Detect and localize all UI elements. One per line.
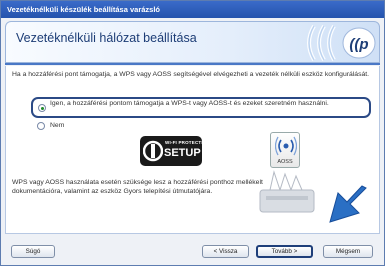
wizard-window: Vezetéknélküli készülék beállítása varáz… xyxy=(0,0,385,266)
option-yes-radio[interactable] xyxy=(38,104,46,112)
option-yes-highlight[interactable]: Igen, a hozzáférési pontom támogatja a W… xyxy=(31,97,371,118)
option-no-radio[interactable] xyxy=(37,122,45,130)
option-yes-label[interactable]: Igen, a hozzáférési pontom támogatja a W… xyxy=(50,100,360,109)
header-divider xyxy=(5,63,380,65)
next-button[interactable]: Tovább > xyxy=(256,245,313,258)
wizard-header: Vezetéknélküli hálózat beállítása ((p xyxy=(5,21,380,63)
help-button[interactable]: Súgó xyxy=(11,245,55,258)
aoss-wireless-icon xyxy=(275,136,297,156)
option-no-label[interactable]: Nem xyxy=(50,122,64,131)
page-title: Vezetéknélküli hálózat beállítása xyxy=(16,31,197,45)
description-text: Ha a hozzáférési pont támogatja, a WPS v… xyxy=(12,71,370,78)
svg-text:((p: ((p xyxy=(349,36,368,53)
aoss-logo: AOSS xyxy=(270,132,300,168)
wps-logo-subtitle: WI-FI PROTECTED xyxy=(165,140,208,145)
printer-illustration-icon xyxy=(259,170,315,213)
back-button[interactable]: < Vissza xyxy=(202,245,249,258)
cancel-button[interactable]: Mégsem xyxy=(323,245,373,258)
wps-key-icon xyxy=(143,140,163,162)
wizard-content: Ha a hozzáférési pont támogatja, a WPS v… xyxy=(5,66,380,234)
wps-logo: WI-FI PROTECTED SETUP xyxy=(140,136,208,166)
wps-logo-title: SETUP xyxy=(164,147,201,159)
window-title: Vezetéknélküli készülék beállítása varáz… xyxy=(1,1,384,18)
wireless-waves-icon: ((p xyxy=(307,24,376,62)
pointer-arrow-icon xyxy=(329,185,367,223)
aoss-logo-label: AOSS xyxy=(277,159,293,165)
